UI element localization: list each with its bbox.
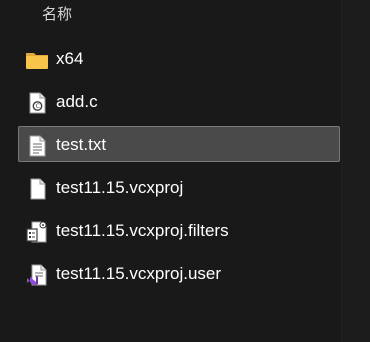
file-row-vcxproj[interactable]: test11.15.vcxproj [18, 169, 340, 205]
text-file-icon [25, 134, 49, 158]
blank-file-icon [25, 177, 49, 201]
file-name: x64 [56, 49, 84, 68]
file-list: x64 C add.c test.txt test11.15.vcxproj t… [0, 40, 342, 298]
scrollbar-track[interactable] [341, 0, 370, 342]
column-header-bar: 名称 [0, 0, 342, 30]
file-name: test11.15.vcxproj.user [56, 264, 222, 283]
filters-file-icon [25, 220, 49, 244]
file-name: test.txt [56, 135, 107, 154]
file-name: add.c [56, 92, 98, 111]
file-name: test11.15.vcxproj [56, 178, 184, 197]
file-name: test11.15.vcxproj.filters [56, 221, 229, 240]
file-row-vcxproj-user[interactable]: test11.15.vcxproj.user [18, 255, 340, 291]
svg-text:C: C [36, 103, 40, 110]
folder-icon [25, 48, 49, 72]
file-explorer-pane: 名称 x64 C add.c test.txt test11.15.vcxpro… [0, 0, 370, 342]
file-row-vcxproj-filters[interactable]: test11.15.vcxproj.filters [18, 212, 340, 248]
c-source-file-icon: C [25, 91, 49, 115]
file-row-x64[interactable]: x64 [18, 40, 340, 76]
file-row-test-txt[interactable]: test.txt [18, 126, 340, 162]
column-header-name[interactable]: 名称 [42, 3, 72, 24]
file-row-add-c[interactable]: C add.c [18, 83, 340, 119]
vs-user-file-icon [25, 263, 49, 287]
